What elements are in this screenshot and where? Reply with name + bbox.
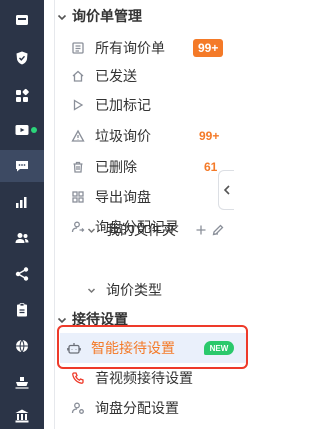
sidebar-item-label: 已发送 bbox=[95, 68, 137, 84]
my-folders-group[interactable]: 我的文件夹 bbox=[86, 219, 176, 241]
left-nav-rail bbox=[0, 0, 44, 429]
highlight-annotation-box bbox=[57, 325, 248, 369]
flag-icon bbox=[70, 97, 86, 113]
chevron-down-icon bbox=[56, 10, 68, 22]
ship-icon[interactable] bbox=[0, 366, 44, 398]
edit-folder-icon[interactable] bbox=[212, 223, 224, 236]
users-icon[interactable] bbox=[0, 222, 44, 254]
warning-icon bbox=[70, 128, 86, 144]
inquiry-types-group[interactable]: 询价类型 bbox=[86, 279, 162, 301]
list-icon bbox=[70, 40, 86, 56]
my-folders-label: 我的文件夹 bbox=[106, 222, 176, 238]
sidebar-item-label: 音视频接待设置 bbox=[95, 370, 193, 386]
user-gear-icon bbox=[70, 400, 86, 416]
globe-icon[interactable] bbox=[0, 330, 44, 362]
panel-divider bbox=[54, 0, 55, 429]
add-folder-icon[interactable] bbox=[195, 223, 207, 235]
share-icon[interactable] bbox=[0, 258, 44, 290]
sidebar-item-label: 已删除 bbox=[95, 159, 137, 175]
inbox-icon[interactable] bbox=[0, 4, 44, 36]
inquiry-section-header[interactable]: 询价单管理 bbox=[56, 5, 142, 27]
spam-count-badge: 99+ bbox=[199, 129, 220, 143]
sidebar-item-sent[interactable]: 已发送 bbox=[70, 64, 242, 88]
inquiry-types-label: 询价类型 bbox=[106, 282, 162, 298]
chat-icon[interactable] bbox=[0, 150, 44, 182]
sidebar-item-label: 已加标记 bbox=[95, 97, 151, 113]
online-status-dot bbox=[31, 127, 37, 133]
trash-icon bbox=[70, 159, 86, 175]
apps-icon[interactable] bbox=[0, 80, 44, 112]
video-icon[interactable] bbox=[0, 114, 44, 146]
sidebar-item-label: 导出询盘 bbox=[95, 189, 151, 205]
chevron-left-icon bbox=[223, 185, 230, 195]
grid-icon bbox=[70, 189, 86, 205]
sidebar-item-assign-settings[interactable]: 询盘分配设置 bbox=[70, 396, 242, 420]
sidebar-item-label: 垃圾询价 bbox=[95, 128, 151, 144]
sidebar-item-label: 所有询价单 bbox=[95, 40, 165, 56]
chevron-down-icon bbox=[86, 285, 98, 296]
chevron-down-icon bbox=[86, 225, 98, 236]
chevron-down-icon bbox=[56, 313, 68, 325]
sidebar-item-av-reception[interactable]: 音视频接待设置 bbox=[70, 366, 242, 390]
home-icon bbox=[70, 68, 86, 84]
inquiry-section-title: 询价单管理 bbox=[72, 8, 142, 24]
phone-icon bbox=[70, 370, 86, 386]
sidebar-item-export[interactable]: 导出询盘 bbox=[70, 185, 242, 209]
sidebar-item-flagged[interactable]: 已加标记 bbox=[70, 93, 242, 117]
clipboard-icon[interactable] bbox=[0, 294, 44, 326]
user-transfer-icon bbox=[70, 219, 86, 235]
deleted-count-badge: 61 bbox=[204, 160, 218, 174]
shield-icon[interactable] bbox=[0, 42, 44, 74]
unread-count-badge: 99+ bbox=[193, 39, 224, 57]
sidebar-item-label: 询盘分配设置 bbox=[95, 400, 179, 416]
collapse-panel-button[interactable] bbox=[218, 170, 234, 210]
bank-icon[interactable] bbox=[0, 400, 44, 429]
bar-chart-icon[interactable] bbox=[0, 186, 44, 218]
